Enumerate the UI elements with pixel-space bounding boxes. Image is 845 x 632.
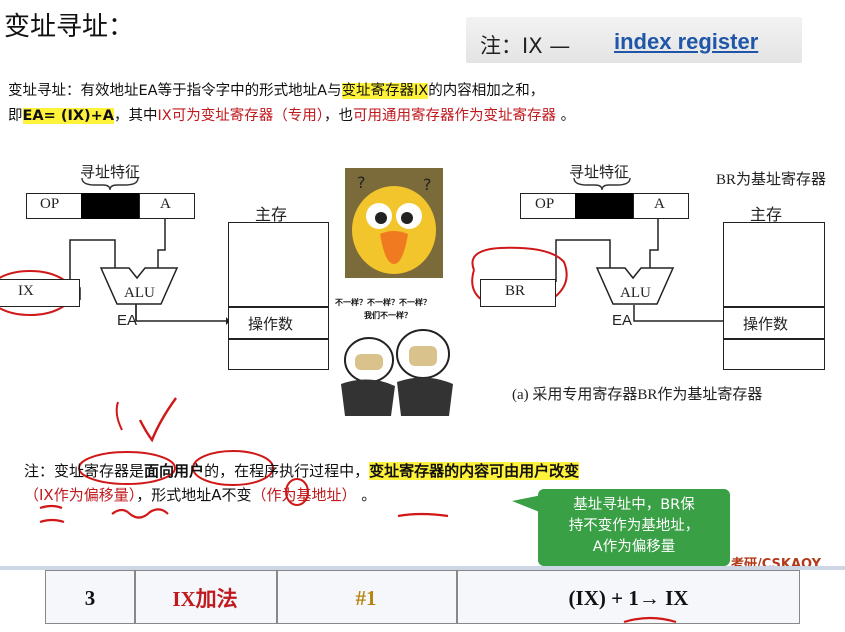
ea-formula: EA= (IX)+A <box>22 108 115 124</box>
table-row: 3 IX加法 #1 (IX) + 1→ IX <box>45 570 800 624</box>
ix-register-highlight: 变址寄存器IX <box>341 83 429 99</box>
ix-register-label: IX <box>18 283 34 299</box>
left-addressing-feature-field <box>81 193 139 219</box>
left-ea-arrow <box>135 305 230 325</box>
right-memory <box>723 222 825 370</box>
index-register-link[interactable]: index register <box>614 29 758 55</box>
right-feature-label: 寻址特征 <box>569 165 630 181</box>
register-note-prefix: 注：IX — <box>480 34 571 58</box>
left-alu-label: ALU <box>124 285 155 301</box>
svg-text:?: ? <box>357 173 366 192</box>
right-alu-label: ALU <box>620 285 651 301</box>
note-index-register: 变址寄存器 <box>54 462 130 480</box>
left-operand: 操作数 <box>248 317 294 333</box>
definition-line-1: 变址寻址：有效地址EA等于指令字中的形式地址A与变址寄存器IX的内容相加之和， <box>8 83 545 99</box>
br-register-label: BR <box>505 283 526 299</box>
register-note: 注：IX — index register <box>466 17 802 63</box>
row-name: IX加法 <box>172 587 238 611</box>
right-addressing-feature-field <box>575 193 633 219</box>
left-ea-label: EA <box>117 312 138 329</box>
definition-line-2: 即EA= (IX)+A，其中IX可为变址寄存器（专用），也可用通用寄存器作为变址… <box>8 108 576 124</box>
svg-text:?: ? <box>423 175 432 194</box>
row-number: 3 <box>84 585 96 610</box>
green-speech-bubble: 基址寻址中，BR保 持不变作为基地址， A作为偏移量 <box>538 489 730 566</box>
red-annotations <box>39 397 449 524</box>
ix-register-box <box>0 279 80 307</box>
note-line-2: （IX作为偏移量），形式地址A不变（作为基地址） 。 <box>24 486 377 504</box>
row-opcode: #1 <box>355 585 377 610</box>
left-feature-label: 寻址特征 <box>80 165 141 181</box>
right-ea-arrow <box>633 305 728 325</box>
meme-caption-1: 不一样？不一样？不一样？ <box>335 298 431 307</box>
red-underline-mark <box>623 616 677 624</box>
confused-chick-icon: ? ? <box>345 168 443 278</box>
right-operand: 操作数 <box>743 317 789 333</box>
left-memory <box>228 222 329 370</box>
right-diagram-title: BR为基址寄存器 <box>716 172 827 188</box>
note-highlight: 变址寄存器的内容可由用户改变 <box>369 462 580 480</box>
right-ea-label: EA <box>612 312 633 329</box>
note-user-oriented: 面向用户 <box>144 462 205 480</box>
right-diagram-caption: (a) 采用专用寄存器BR作为基址寄存器 <box>512 387 763 403</box>
meme-caption-2: 我们不一样？ <box>364 311 412 320</box>
handwritten-title: 变址寻址： <box>4 12 135 42</box>
note-line-1: 注：变址寄存器是面向用户的，在程序执行过程中，变址寄存器的内容可由用户改变 <box>24 462 580 480</box>
